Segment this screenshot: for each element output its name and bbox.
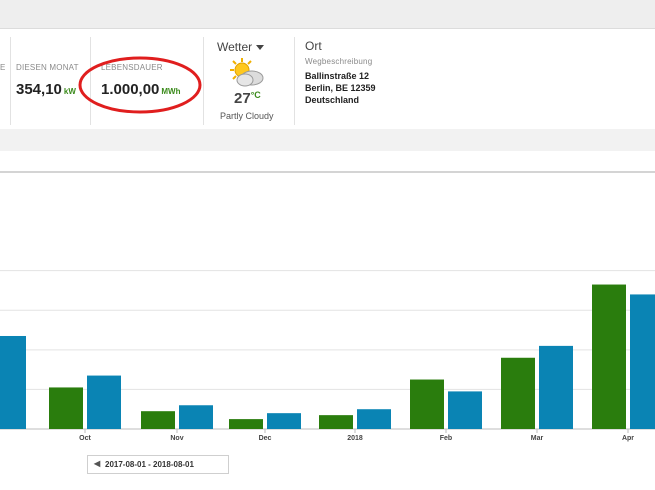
energy-bar-chart: pOctNovDec2018FebMarApr xyxy=(0,270,655,442)
bar-dec-series-2 xyxy=(267,413,301,429)
bar-apr-series-2 xyxy=(630,294,655,429)
bar-oct-series-1 xyxy=(49,387,83,429)
bar-apr-series-1 xyxy=(592,284,626,429)
x-tick-label: Oct xyxy=(79,435,91,442)
partial-stat-label: E xyxy=(0,63,6,72)
divider xyxy=(203,37,204,125)
date-range-text: 2017-08-01 - 2018-08-01 xyxy=(105,460,194,469)
directions-link[interactable]: Wegbeschreibung xyxy=(305,57,372,66)
bar-dec-series-1 xyxy=(229,419,263,429)
x-tick-label: Apr xyxy=(622,435,634,442)
temperature: 27°C xyxy=(234,90,261,107)
chevron-left-icon[interactable]: ◀ xyxy=(94,459,100,468)
bar-sep-series-2 xyxy=(0,335,26,429)
info-bar: E DIESEN MONAT 354,10 kW LEBENSDAUER 1.00… xyxy=(0,28,655,130)
bar-2018-series-2 xyxy=(357,409,391,429)
partly-cloudy-icon xyxy=(230,58,264,87)
location-title: Ort xyxy=(305,39,322,53)
x-tick-label: Feb xyxy=(440,435,452,442)
address-line-1: Ballinstraße 12 xyxy=(305,71,370,81)
panel-gap xyxy=(0,129,655,151)
weather-dropdown[interactable]: Wetter xyxy=(217,40,265,54)
top-strip xyxy=(0,0,655,28)
bar-nov-series-2 xyxy=(179,405,213,429)
bar-oct-series-2 xyxy=(87,375,121,429)
bar-mar-series-1 xyxy=(501,357,535,429)
x-tick-label: 2018 xyxy=(347,435,363,442)
address-line-3: Deutschland xyxy=(305,95,360,105)
bar-feb-series-1 xyxy=(410,379,444,429)
month-value: 354,10 kW xyxy=(16,81,76,98)
date-range-selector[interactable]: ◀ 2017-08-01 - 2018-08-01 xyxy=(87,455,229,474)
divider xyxy=(294,37,295,125)
bar-feb-series-2 xyxy=(448,391,482,429)
annotation-circle xyxy=(78,56,202,114)
weather-condition: Partly Cloudy xyxy=(220,111,274,121)
address-line-2: Berlin, BE 12359 xyxy=(305,83,376,93)
x-tick-label: Dec xyxy=(259,435,272,442)
chevron-down-icon xyxy=(256,45,265,51)
x-tick-label: Mar xyxy=(531,435,544,442)
bar-mar-series-2 xyxy=(539,345,573,429)
divider xyxy=(10,37,11,125)
bar-nov-series-1 xyxy=(141,411,175,429)
month-label: DIESEN MONAT xyxy=(16,63,79,72)
x-tick-label: Nov xyxy=(170,435,183,442)
bar-2018-series-1 xyxy=(319,415,353,429)
